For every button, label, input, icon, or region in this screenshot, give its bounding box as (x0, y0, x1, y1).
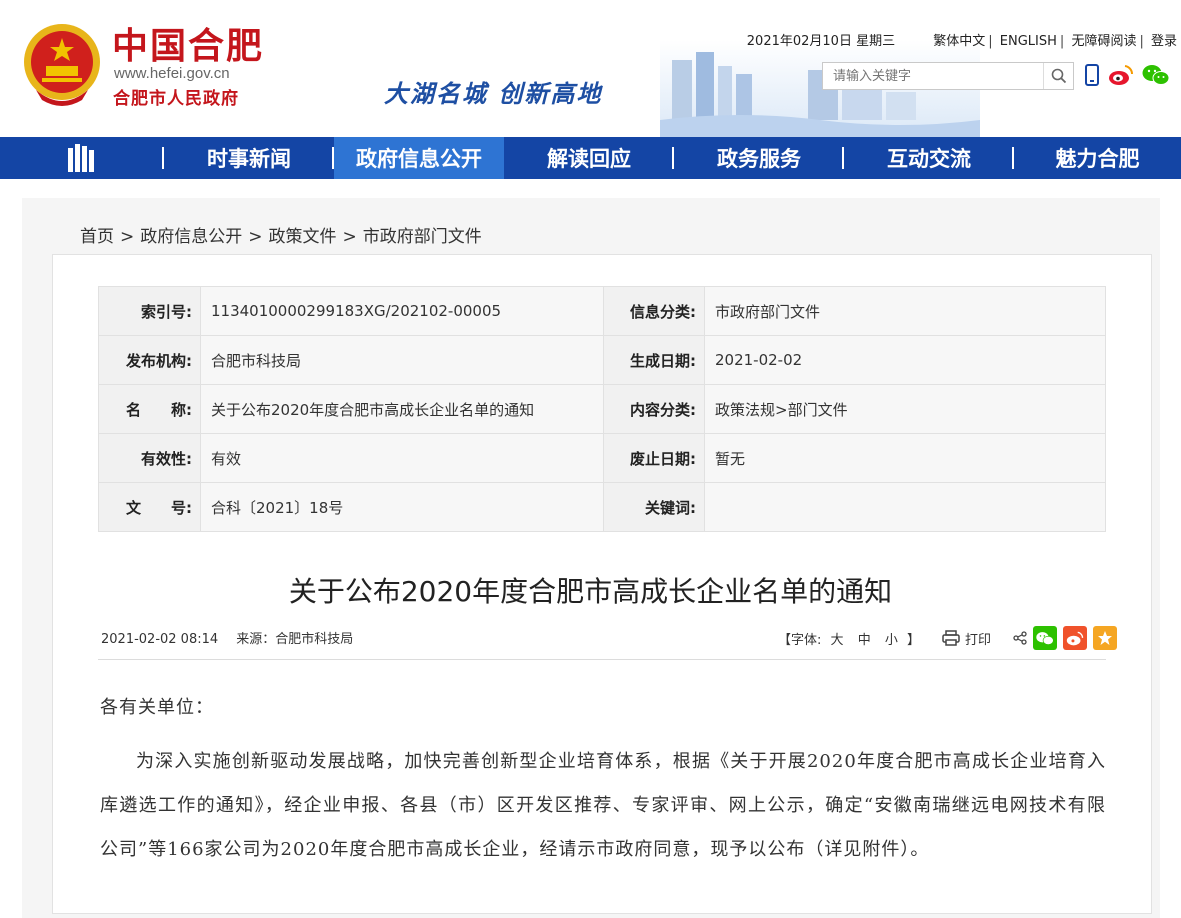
meta-key: 文 号: (98, 482, 201, 532)
breadcrumb-policy-link[interactable]: 政策文件 (269, 227, 337, 247)
meta-key: 内容分类: (603, 384, 705, 434)
meta-value: 政策法规>部门文件 (704, 384, 1106, 434)
nav-item-label: 政府信息公开 (356, 147, 482, 171)
share-wechat-button[interactable] (1033, 626, 1058, 650)
site-name: 中国合肥 (112, 25, 265, 67)
favorite-button[interactable] (1093, 626, 1118, 650)
article-title: 关于公布2020年度合肥市高成长企业名单的通知 (288, 575, 893, 608)
breadcrumb-gov-info-link[interactable]: 政府信息公开 (140, 227, 242, 247)
print-button[interactable]: 打印 (942, 629, 991, 648)
mobile-icon[interactable] (1084, 64, 1100, 86)
search-icon (1051, 68, 1066, 84)
home-building-icon (68, 144, 94, 172)
publish-datetime: 2021-02-02 08:14 (101, 632, 219, 647)
wechat-icon[interactable] (1142, 64, 1170, 86)
traditional-chinese-link[interactable]: 繁体中文 (933, 34, 985, 49)
national-emblem-logo (24, 24, 100, 106)
article-body: 各有关单位： 为深入实施创新驱动发展战略，加快完善创新型企业培育体系，根据《关于… (100, 686, 1106, 872)
login-link[interactable]: 登录 (1151, 34, 1177, 49)
nav-item-gov-info[interactable]: 政府信息公开 (334, 137, 504, 179)
main-nav: 时事新闻 政府信息公开 解读回应 政务服务 互动交流 魅力合肥 (0, 137, 1181, 179)
font-size-small-button[interactable]: 小 (885, 633, 898, 648)
site-header: 中国合肥 www.hefei.gov.cn 合肥市人民政府 大湖名城 创新高地 … (0, 0, 1181, 137)
star-icon (1098, 631, 1113, 645)
meta-value: 市政府部门文件 (704, 286, 1106, 336)
article-source: 来源：合肥市科技局 (236, 632, 354, 647)
print-label: 打印 (965, 632, 992, 648)
share-icon[interactable] (1013, 631, 1027, 645)
search-button[interactable] (1043, 63, 1073, 89)
breadcrumb-home-link[interactable]: 首页 (80, 227, 114, 247)
font-size-large-button[interactable]: 大 (831, 633, 844, 648)
search-box (822, 62, 1074, 90)
meta-key: 发布机构: (98, 335, 201, 385)
table-row: 文 号: 合科〔2021〕18号 关键词: (98, 482, 1106, 532)
breadcrumb-separator: > (120, 227, 135, 247)
nav-item-label: 互动交流 (887, 147, 971, 171)
meta-value (704, 482, 1106, 532)
breadcrumb-separator: > (342, 227, 357, 247)
table-row: 名 称: 关于公布2020年度合肥市高成长企业名单的通知 内容分类: 政策法规>… (98, 384, 1106, 434)
divider: | (1059, 34, 1065, 49)
article-info: 2021-02-02 08:14 来源：合肥市科技局 (101, 628, 353, 647)
share-weibo-button[interactable] (1063, 626, 1088, 650)
meta-value: 有效 (200, 433, 604, 483)
nav-item-services[interactable]: 政务服务 (674, 137, 844, 179)
divider-line (98, 659, 1106, 660)
nav-item-label: 魅力合肥 (1055, 147, 1140, 171)
meta-value: 合肥市科技局 (200, 335, 604, 385)
nav-item-interpretation[interactable]: 解读回应 (504, 137, 674, 179)
english-link[interactable]: ENGLISH (1000, 34, 1057, 49)
table-row: 有效性: 有效 废止日期: 暂无 (98, 433, 1106, 483)
accessibility-link[interactable]: 无障碍阅读 (1071, 34, 1136, 49)
font-size-control: 【字体: 大 中 小 】 (778, 629, 920, 648)
nav-item-news[interactable]: 时事新闻 (164, 137, 334, 179)
article-paragraph: 为深入实施创新驱动发展战略，加快完善创新型企业培育体系，根据《关于开展2020年… (100, 751, 1106, 860)
printer-icon (942, 630, 960, 646)
meta-value: 暂无 (704, 433, 1106, 483)
search-input[interactable] (823, 63, 1035, 89)
top-links: 2021年02月10日 星期三 繁体中文 | ENGLISH | 无障碍阅读 | 登录 (745, 30, 1177, 49)
nav-item-label: 政务服务 (717, 147, 801, 171)
nav-home-button[interactable] (0, 137, 164, 179)
nav-item-label: 解读回应 (547, 147, 631, 171)
nav-item-charm-hefei[interactable]: 魅力合肥 (1014, 137, 1181, 179)
salutation: 各有关单位： (100, 697, 214, 718)
meta-key: 关键词: (603, 482, 705, 532)
breadcrumb: 首页 > 政府信息公开 > 政策文件 > 市政府部门文件 (80, 222, 482, 247)
meta-key: 索引号: (98, 286, 201, 336)
meta-value: 2021-02-02 (704, 335, 1106, 385)
meta-value: 1134010000299183XG/202102-00005 (200, 286, 604, 336)
meta-key: 生成日期: (603, 335, 705, 385)
meta-value: 合科〔2021〕18号 (200, 482, 604, 532)
breadcrumb-separator: > (248, 227, 263, 247)
site-url: www.hefei.gov.cn (114, 65, 230, 82)
font-size-medium-button[interactable]: 中 (858, 633, 871, 648)
meta-key: 有效性: (98, 433, 201, 483)
article-tools: 【字体: 大 中 小 】 打印 (778, 626, 1118, 650)
city-slogan: 大湖名城 创新高地 (384, 80, 603, 108)
wechat-icon (1036, 631, 1054, 645)
font-size-end: 】 (907, 632, 921, 648)
divider: | (988, 34, 993, 49)
site-subtitle: 合肥市人民政府 (113, 89, 239, 109)
meta-key: 信息分类: (603, 286, 705, 336)
nav-item-label: 时事新闻 (207, 147, 291, 171)
table-row: 发布机构: 合肥市科技局 生成日期: 2021-02-02 (98, 335, 1106, 385)
weibo-icon[interactable] (1108, 64, 1134, 86)
current-date: 2021年02月10日 星期三 (746, 34, 896, 49)
divider: | (1139, 34, 1144, 49)
font-size-label: 【字体: (778, 632, 822, 648)
meta-key: 名 称: (98, 384, 201, 434)
weibo-icon (1066, 631, 1084, 645)
breadcrumb-dept-docs-link[interactable]: 市政府部门文件 (363, 227, 482, 247)
meta-key: 废止日期: (603, 433, 705, 483)
nav-item-interaction[interactable]: 互动交流 (844, 137, 1014, 179)
meta-value: 关于公布2020年度合肥市高成长企业名单的通知 (200, 384, 604, 434)
table-row: 索引号: 1134010000299183XG/202102-00005 信息分… (98, 286, 1106, 336)
document-metadata-table: 索引号: 1134010000299183XG/202102-00005 信息分… (98, 286, 1106, 532)
